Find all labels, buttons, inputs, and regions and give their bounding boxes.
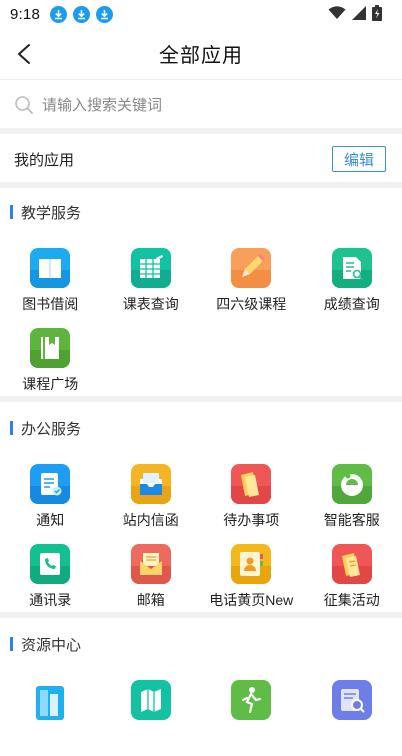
app-name: 通讯录 [29,590,71,610]
page-title: 全部应用 [159,39,243,68]
app-collect-activity[interactable]: 征集活动 [302,540,402,620]
search-input[interactable] [42,97,372,114]
score-search-icon [332,248,372,288]
search-bar [0,82,402,128]
mail-icon [131,544,171,584]
divider [0,128,402,134]
section-header: 办公服务 [0,410,402,446]
app-name: 课程广场 [22,374,78,394]
app-name: 邮箱 [137,590,165,610]
book-icon [30,248,70,288]
status-indicators [328,5,382,21]
app-name: 电话黄页New [209,590,293,610]
app-name: 课表查询 [123,294,179,314]
section-office: 办公服务 通知 站内信函 待办事项 智能客服 [0,410,402,620]
app-resource-3[interactable] [201,676,302,756]
search-icon [14,95,34,115]
app-name: 征集活动 [324,590,380,610]
download-icon [73,6,90,23]
notice-icon [30,464,70,504]
my-apps-row: 我的应用 编辑 [0,136,402,182]
todo-icon [231,464,271,504]
app-resource-4[interactable] [302,676,402,756]
section-title: 办公服务 [21,418,81,439]
library-icon [30,680,70,720]
edit-button[interactable]: 编辑 [332,146,386,172]
section-teaching: 教学服务 图书借阅 课表查询 四六级课程 成绩查询 [0,194,402,404]
download-icon [50,6,67,23]
section-header: 教学服务 [0,194,402,230]
app-yellow-pages[interactable]: 电话黄页New [201,540,302,620]
app-name: 四六级课程 [216,294,286,314]
section-title: 教学服务 [21,202,81,223]
header: 全部应用 [0,28,402,80]
course-book-icon [30,328,70,368]
section-header: 资源中心 [0,626,402,662]
app-name: 图书借阅 [22,294,78,314]
app-cet-course[interactable]: 四六级课程 [201,244,302,324]
app-name: 智能客服 [324,510,380,530]
runner-icon [231,680,271,720]
divider [0,396,402,402]
status-time: 9:18 [10,6,40,23]
wifi-icon [328,6,346,20]
my-apps-label: 我的应用 [14,149,74,170]
collect-activity-icon [332,544,372,584]
section-resources: 资源中心 [0,626,402,756]
app-course-square[interactable]: 课程广场 [0,324,101,404]
app-notice[interactable]: 通知 [0,460,101,540]
timetable-icon [131,248,171,288]
section-marker [10,637,13,651]
status-bar: 9:18 [0,0,402,28]
app-timetable[interactable]: 课表查询 [101,244,202,324]
divider [0,612,402,618]
app-name: 站内信函 [123,510,179,530]
section-marker [10,421,13,435]
app-todo[interactable]: 待办事项 [201,460,302,540]
battery-icon [372,5,382,21]
app-name: 成绩查询 [324,294,380,314]
section-marker [10,205,13,219]
download-icon [96,6,113,23]
customer-service-icon [332,464,372,504]
pencil-icon [231,248,271,288]
app-score-query[interactable]: 成绩查询 [302,244,402,324]
yellow-pages-icon [231,544,271,584]
doc-search-icon [332,680,372,720]
inbox-icon [131,464,171,504]
app-name: 通知 [36,510,64,530]
app-smart-service[interactable]: 智能客服 [302,460,402,540]
divider [0,182,402,188]
back-arrow-icon[interactable] [14,42,36,66]
map-icon [131,680,171,720]
app-name: 待办事项 [223,510,279,530]
section-title: 资源中心 [21,634,81,655]
app-resource-2[interactable] [101,676,202,756]
app-library-borrow[interactable]: 图书借阅 [0,244,101,324]
app-contacts[interactable]: 通讯录 [0,540,101,620]
app-inbox[interactable]: 站内信函 [101,460,202,540]
phone-book-icon [30,544,70,584]
signal-icon [352,6,366,20]
app-resource-1[interactable] [0,676,101,756]
app-mailbox[interactable]: 邮箱 [101,540,202,620]
